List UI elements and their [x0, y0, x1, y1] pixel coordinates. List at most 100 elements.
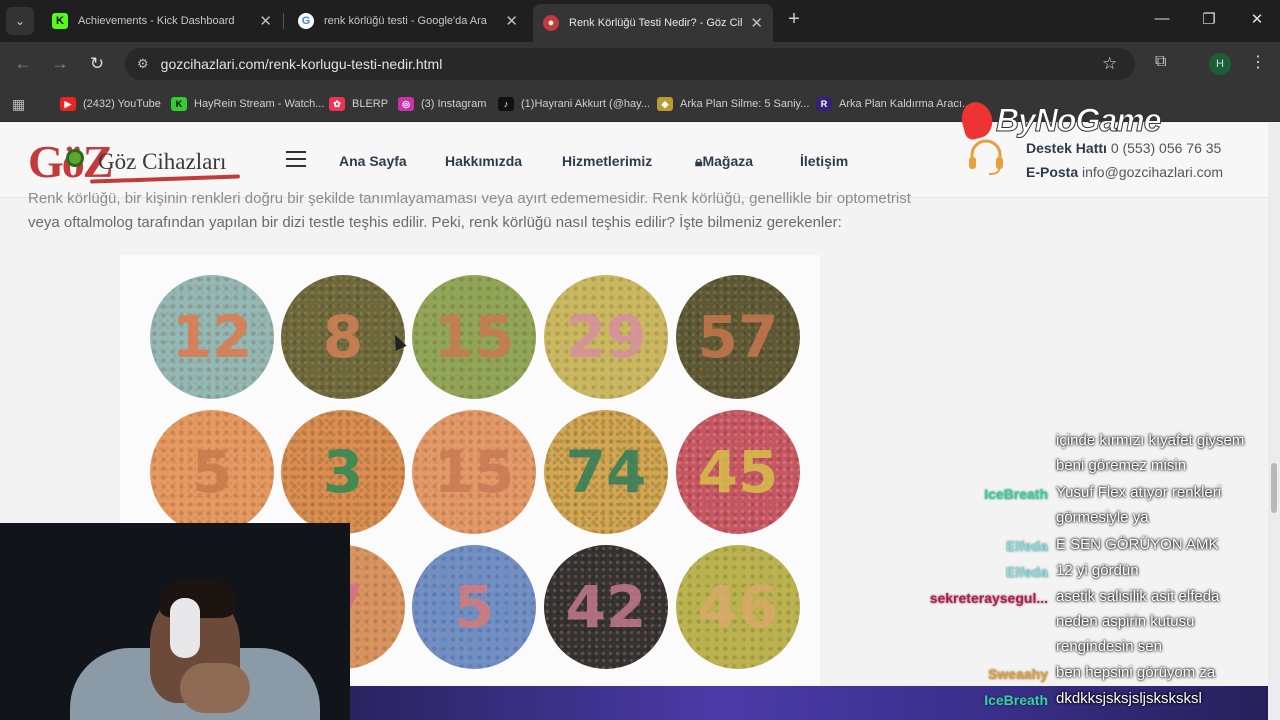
- forward-icon[interactable]: →: [49, 54, 71, 74]
- back-icon[interactable]: ←: [12, 54, 34, 74]
- bynogame-watermark: ByNoGame: [957, 98, 1174, 142]
- nav-hakkimizda[interactable]: Hakkımızda: [445, 153, 522, 169]
- logo-word: Göz Cihazları: [98, 149, 227, 174]
- plate-number: 12: [171, 303, 253, 371]
- tab-google-search[interactable]: G renk körlüğü testi - Google'da Ara ✕: [288, 6, 528, 36]
- support-phone[interactable]: 0 (553) 056 76 35: [1111, 140, 1222, 156]
- ishihara-plate: 29: [544, 275, 668, 399]
- chat-username[interactable]: IceBreath: [984, 486, 1048, 502]
- bookmark-instagram[interactable]: ◎ (3) Instagram: [398, 95, 486, 113]
- site-info-icon[interactable]: ⚙: [137, 56, 149, 72]
- chat-text: Yusuf Flex atıyor renkleri: [1056, 484, 1222, 501]
- apps-grid-icon[interactable]: ▦: [12, 96, 25, 113]
- close-icon[interactable]: ✕: [750, 14, 763, 32]
- logo-swoosh: [89, 174, 241, 184]
- close-icon[interactable]: ✕: [505, 12, 518, 30]
- plate-number: 57: [697, 303, 779, 371]
- address-bar[interactable]: ⚙ gozcihazlari.com/renk-korlugu-testi-ne…: [125, 48, 1135, 80]
- bookmark-hayrein[interactable]: K HayRein Stream - Watch...: [171, 95, 324, 113]
- plate-number: 5: [453, 573, 495, 641]
- profile-avatar[interactable]: H: [1209, 53, 1231, 75]
- plate-number: 42: [565, 573, 647, 641]
- hamburger-menu-icon[interactable]: [286, 151, 306, 172]
- scrollbar[interactable]: [1268, 123, 1280, 720]
- chat-text: ben hepsini görüyom za: [1056, 664, 1216, 681]
- plate-number: 8: [322, 303, 364, 371]
- ishihara-plate: 5: [412, 545, 536, 669]
- minimize-icon[interactable]: —: [1150, 10, 1174, 27]
- tab-bar: ⌄ K Achievements - Kick Dashboard ✕ G re…: [0, 0, 1280, 42]
- chat-text: içinde kırmızı kıyafet giysem: [1056, 432, 1245, 449]
- nav-magaza[interactable]: 🔒︎Mağaza: [695, 153, 753, 170]
- tab-search-button[interactable]: ⌄: [6, 7, 34, 35]
- chat-username[interactable]: Elfeda: [1006, 564, 1048, 580]
- bookmark-label: HayRein Stream - Watch...: [194, 98, 325, 110]
- tab-title: renk körlüğü testi - Google'da Ara: [324, 15, 487, 27]
- kick-icon: K: [52, 13, 68, 29]
- chat-text: rengindesin sen: [1056, 638, 1162, 655]
- close-window-icon[interactable]: ✕: [1245, 10, 1269, 28]
- bookmark-star-icon[interactable]: ☆: [1102, 54, 1117, 74]
- email-line: E-Posta info@gozcihazlari.com: [1026, 164, 1223, 180]
- plate-number: 5: [191, 438, 233, 506]
- menu-icon[interactable]: ⋮: [1250, 52, 1266, 72]
- new-tab-button[interactable]: +: [782, 8, 806, 31]
- tab-kick-dashboard[interactable]: K Achievements - Kick Dashboard ✕: [42, 6, 282, 36]
- webcam-overlay: [0, 523, 350, 720]
- bookmark-removebg[interactable]: ◆ Arka Plan Silme: 5 Saniy...: [657, 95, 809, 113]
- remove-tool-icon: R: [816, 97, 832, 111]
- chat-text: neden aspirin kutusu: [1056, 613, 1195, 630]
- ishihara-plate: 12: [150, 275, 274, 399]
- kick-icon: K: [171, 97, 187, 111]
- chat-username[interactable]: sekreteraysegul...: [930, 590, 1048, 606]
- bookmark-label: Arka Plan Silme: 5 Saniy...: [680, 98, 810, 110]
- site-logo[interactable]: GöZ Göz Cihazları: [28, 135, 241, 187]
- chat-username[interactable]: Sweaahy: [988, 666, 1048, 682]
- extensions-icon[interactable]: ⧉: [1155, 53, 1166, 71]
- plate-number: 15: [433, 438, 515, 506]
- bookmark-youtube[interactable]: ▶ (2432) YouTube: [60, 95, 161, 113]
- plate-number: 15: [433, 303, 515, 371]
- support-label: Destek Hattı: [1026, 140, 1107, 156]
- bookmark-label: (2432) YouTube: [83, 98, 161, 110]
- bookmark-label: BLERP: [352, 98, 389, 110]
- ishihara-plate: 45: [676, 410, 800, 534]
- ishihara-plate: 46: [676, 545, 800, 669]
- nav-hizmetlerimiz[interactable]: Hizmetlerimiz: [562, 153, 652, 169]
- article-text-line-2: veya oftalmolog tarafından yapılan bir d…: [28, 214, 842, 231]
- tab-renk-korlugu[interactable]: ● Renk Körlüğü Testi Nedir? - Göz Cihaz …: [533, 4, 773, 42]
- plate-number: 3: [322, 438, 364, 506]
- bookmark-tiktok[interactable]: ♪ (1)Hayrani Akkurt (@hay...: [498, 95, 650, 113]
- scrollbar-thumb[interactable]: [1271, 463, 1277, 513]
- chat-username[interactable]: IceBreath: [984, 692, 1048, 708]
- headphones-icon: [170, 598, 200, 658]
- youtube-icon: ▶: [60, 97, 76, 111]
- nav-iletisim[interactable]: İletişim: [800, 153, 848, 169]
- email-label: E-Posta: [1026, 164, 1079, 180]
- article-text-line-1: Renk körlüğü, bir kişinin renkleri doğru…: [28, 190, 911, 207]
- email-link[interactable]: info@gozcihazlari.com: [1082, 164, 1223, 180]
- chat-username[interactable]: Elfeda: [1006, 538, 1048, 554]
- nav-ana-sayfa[interactable]: Ana Sayfa: [339, 153, 407, 169]
- ishihara-plate: 15: [412, 275, 536, 399]
- watermark-text: ByNoGame: [996, 101, 1162, 138]
- nav-label: Mağaza: [702, 153, 754, 169]
- bookmark-label: (3) Instagram: [421, 98, 487, 110]
- instagram-icon: ◎: [398, 97, 414, 111]
- chat-text: E SEN GÖRÜYON AMK: [1056, 536, 1219, 553]
- site-icon: ●: [543, 15, 559, 31]
- restore-icon[interactable]: ❐: [1197, 10, 1221, 28]
- blerp-icon: ✿: [329, 97, 345, 111]
- google-icon: G: [298, 13, 314, 29]
- bookmark-remove-tool[interactable]: R Arka Plan Kaldırma Aracı...: [816, 95, 971, 113]
- plate-number: 45: [697, 438, 779, 506]
- bynogame-logo-icon: [957, 98, 997, 142]
- chat-text: asetik salisilik asit elfeda: [1056, 588, 1220, 605]
- close-icon[interactable]: ✕: [259, 12, 272, 30]
- ishihara-plate: 8: [281, 275, 405, 399]
- bookmark-label: Arka Plan Kaldırma Aracı...: [839, 98, 972, 110]
- chat-text: dkdkksjsksjsljsksksksl: [1056, 690, 1202, 707]
- bookmark-label: (1)Hayrani Akkurt (@hay...: [521, 98, 650, 110]
- reload-icon[interactable]: ↻: [86, 54, 108, 74]
- bookmark-blerp[interactable]: ✿ BLERP: [329, 95, 388, 113]
